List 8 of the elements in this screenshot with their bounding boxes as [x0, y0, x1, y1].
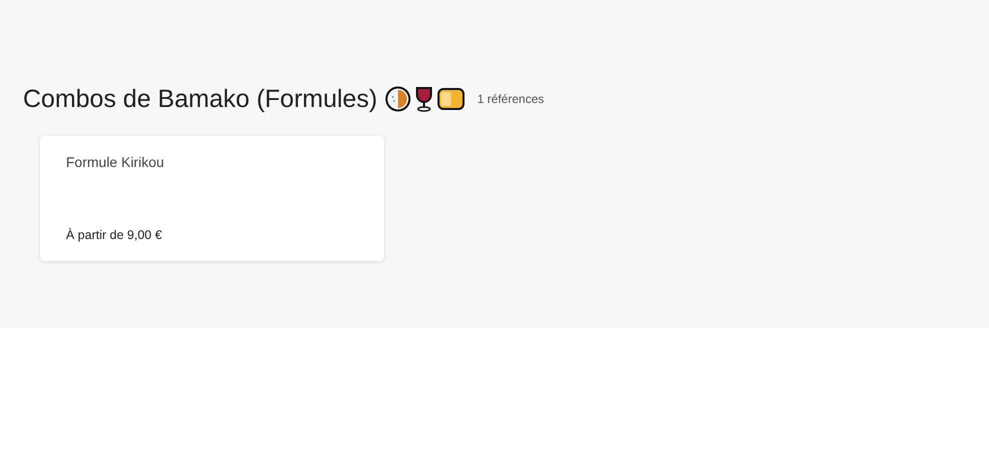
reference-count: 1 références — [477, 91, 544, 108]
item-name: Formule Kirikou — [66, 153, 166, 172]
section-title: Combos de Bamako (Formules) — [23, 84, 378, 114]
item-price: À partir de 9,00 € — [66, 227, 163, 244]
bread-icon — [437, 87, 466, 111]
menu-card[interactable]: Formule Kirikou À partir de 9,00 € — [40, 136, 384, 261]
wine-glass-icon — [415, 86, 434, 112]
curry-plate-icon — [385, 86, 412, 112]
